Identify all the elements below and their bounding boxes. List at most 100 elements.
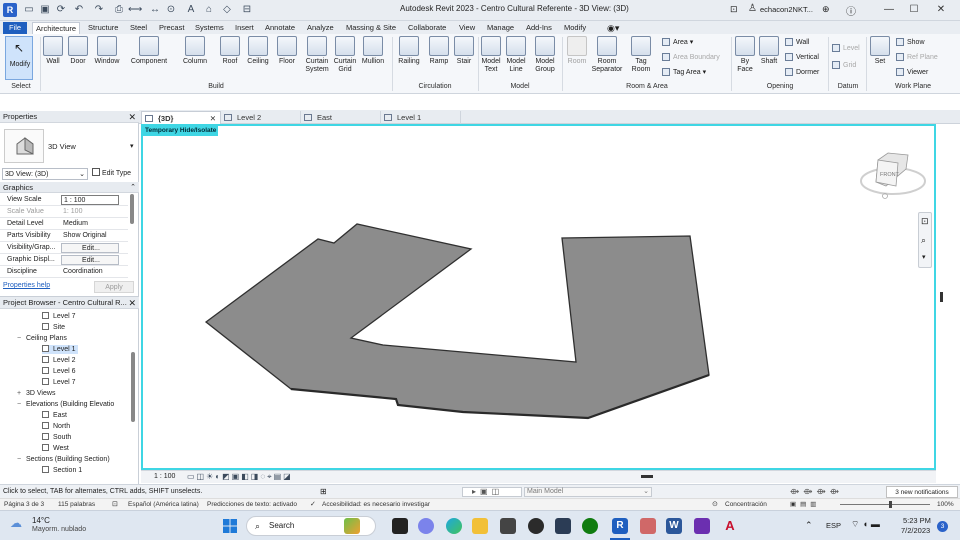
area-button[interactable]: Area ▾ xyxy=(662,38,693,47)
snipping-tool-icon[interactable] xyxy=(640,518,656,534)
browser-scrollbar[interactable] xyxy=(131,352,135,422)
tab-collaborate[interactable]: Collaborate xyxy=(405,22,449,34)
stair-button[interactable]: Stair xyxy=(452,36,476,66)
grid-button[interactable]: Grid xyxy=(832,61,856,70)
tag-area-button[interactable]: Tag Area ▾ xyxy=(662,68,706,77)
tree-group[interactable]: − Elevations (Building Elevatio xyxy=(17,400,114,409)
properties-help-link[interactable]: Properties help xyxy=(3,282,50,289)
mullion-button[interactable]: Mullion xyxy=(358,36,388,66)
steering-wheel-icon[interactable]: ⊡ xyxy=(921,216,929,227)
collapse-icon[interactable]: ⌃ xyxy=(130,182,136,194)
tab-manage[interactable]: Manage xyxy=(484,22,517,34)
tree-item-selected[interactable]: Level 1 xyxy=(42,345,78,354)
prop-row[interactable]: Visibility/Grap... Edit... xyxy=(0,242,128,254)
weather-icon[interactable]: ☁ xyxy=(10,516,22,530)
collapse-icon[interactable]: − xyxy=(17,455,26,464)
zoom-slider[interactable] xyxy=(840,504,930,505)
horizontal-scroll-thumb[interactable] xyxy=(641,475,653,478)
prop-row[interactable]: Graphic Displ... Edit... xyxy=(0,254,128,266)
door-button[interactable]: Door xyxy=(67,36,89,66)
text-icon[interactable]: A xyxy=(184,3,198,17)
tree-item[interactable]: Level 7 xyxy=(42,312,76,321)
model-geometry[interactable]: FRONT xyxy=(143,126,934,468)
worksets-icon[interactable]: ⊞ xyxy=(320,485,327,498)
design-option-select[interactable]: Main Model ⌄ xyxy=(524,487,652,497)
tab-annotate[interactable]: Annotate xyxy=(262,22,298,34)
tab-structure[interactable]: Structure xyxy=(85,22,121,34)
room-separator-button[interactable]: Room Separator xyxy=(590,36,624,74)
nav-menu-icon[interactable]: ▾ xyxy=(922,253,926,261)
prop-row[interactable]: Discipline Coordination xyxy=(0,266,128,278)
tab-insert[interactable]: Insert xyxy=(232,22,257,34)
prop-row[interactable]: Detail Level Medium xyxy=(0,218,128,230)
mail-app-icon[interactable] xyxy=(694,518,710,534)
maps-app-icon[interactable] xyxy=(555,518,571,534)
vertical-opening-button[interactable]: Vertical xyxy=(785,53,819,62)
maximize-button[interactable]: ☐ xyxy=(905,3,923,17)
3d-view-icon[interactable]: ⌂ xyxy=(202,3,216,17)
tree-item[interactable]: North xyxy=(42,422,70,431)
clock-date[interactable]: 7/2/2023 xyxy=(901,526,930,535)
help-icon[interactable]: ⓘ xyxy=(846,3,856,18)
ref-plane-button[interactable]: Ref Plane xyxy=(896,53,938,62)
sync-icon[interactable]: ⟳ xyxy=(54,3,68,17)
zoom-icon[interactable]: ⌕ xyxy=(921,235,926,246)
viewer-button[interactable]: Viewer xyxy=(896,68,928,77)
search-help-icon[interactable]: ⊡ xyxy=(730,4,738,15)
tree-item[interactable]: South xyxy=(42,433,71,442)
tree-item[interactable]: Site xyxy=(42,323,65,332)
modify-button[interactable]: ↖ Modify xyxy=(5,36,33,80)
wall-opening-button[interactable]: Wall xyxy=(785,38,809,47)
selection-filter-icons[interactable]: ⟴⟴⟴⟴ xyxy=(790,485,843,498)
save-icon[interactable]: ▣ xyxy=(38,3,52,17)
weather-desc[interactable]: Mayorm. nublado xyxy=(32,526,86,533)
word-icon[interactable]: W xyxy=(666,518,682,534)
view-control-icons[interactable]: ▭◫☀◐◩▣◧◨◌⌖▤◪ xyxy=(187,472,293,482)
tab-analyze[interactable]: Analyze xyxy=(304,22,337,34)
tab-modify[interactable]: Modify xyxy=(561,22,589,34)
graphics-group-header[interactable]: Graphics ⌃ xyxy=(0,182,139,193)
revit-taskbar-icon[interactable]: R xyxy=(612,518,628,534)
contextual-toggle-icon[interactable]: ◉▾ xyxy=(604,22,622,34)
by-face-button[interactable]: By Face xyxy=(734,36,756,74)
tab-level-2[interactable]: Level 2 xyxy=(221,111,301,124)
area-boundary-button[interactable]: Area Boundary xyxy=(662,53,720,62)
tab-east[interactable]: East xyxy=(301,111,381,124)
tab-level-1[interactable]: Level 1 xyxy=(381,111,461,124)
input-language[interactable]: ESP xyxy=(826,521,841,530)
revit-logo-icon[interactable]: R xyxy=(3,3,17,17)
close-icon[interactable]: ✕ xyxy=(128,297,136,309)
open-icon[interactable]: ▭ xyxy=(22,3,36,17)
user-name[interactable]: echacon2NKT... xyxy=(760,5,813,14)
redo-icon[interactable]: ↷ xyxy=(92,3,106,17)
tree-item[interactable]: Section 1 xyxy=(42,466,82,475)
prop-row[interactable]: Parts Visibility Show Original xyxy=(0,230,128,242)
curtain-grid-button[interactable]: Curtain Grid xyxy=(332,36,358,74)
unity-icon[interactable] xyxy=(528,518,544,534)
expand-icon[interactable]: + xyxy=(17,389,26,398)
select-dropdown[interactable]: Select xyxy=(4,83,38,90)
tree-group[interactable]: +3D Views xyxy=(17,389,55,398)
edge-icon[interactable] xyxy=(446,518,462,534)
xbox-icon[interactable] xyxy=(582,518,598,534)
close-icon[interactable]: ✕ xyxy=(128,111,136,123)
tab-architecture[interactable]: Architecture xyxy=(32,22,81,34)
ceiling-button[interactable]: Ceiling xyxy=(245,36,271,66)
props-scrollbar[interactable] xyxy=(130,194,134,224)
tab-add-ins[interactable]: Add-Ins xyxy=(523,22,555,34)
tag-room-button[interactable]: Tag Room xyxy=(628,36,654,74)
workset-controls[interactable]: ▸▣◫ xyxy=(472,485,503,498)
model-line-button[interactable]: Model Line xyxy=(505,36,527,74)
view-scale[interactable]: 1 : 100 xyxy=(154,473,175,480)
task-view-icon[interactable] xyxy=(392,518,408,534)
clock-time[interactable]: 5:23 PM xyxy=(903,516,931,525)
floor-button[interactable]: Floor xyxy=(275,36,299,66)
minimize-button[interactable]: — xyxy=(880,3,898,17)
tree-item[interactable]: Level 7 xyxy=(42,378,76,387)
curtain-system-button[interactable]: Curtain System xyxy=(302,36,332,74)
tree-group[interactable]: − Sections (Building Section) xyxy=(17,455,110,464)
level-button[interactable]: Level xyxy=(832,44,860,53)
floor-slab[interactable] xyxy=(204,223,710,420)
tab-3d-view[interactable]: {3D} ✕ xyxy=(141,111,221,124)
tree-item[interactable]: Level 6 xyxy=(42,367,76,376)
